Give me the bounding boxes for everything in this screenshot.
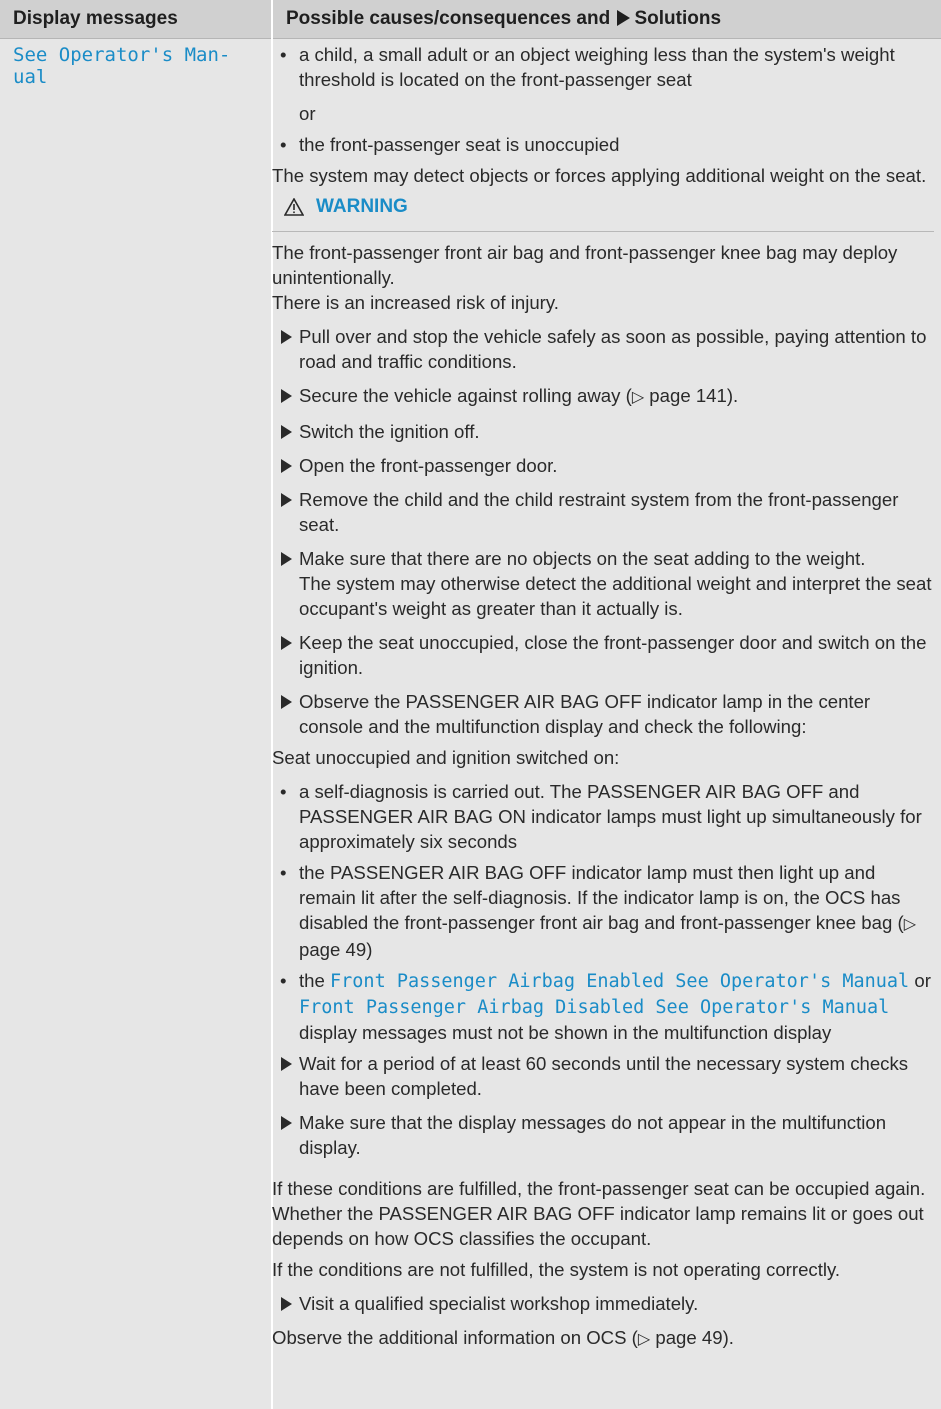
step-item: Switch the ignition off. — [272, 419, 934, 444]
paragraph: The system may detect objects or forces … — [272, 165, 927, 186]
paragraph: Observe the additional information on OC… — [272, 1327, 734, 1348]
page-ref-icon: ▷ — [903, 916, 916, 933]
step-item: Make sure that the display messages do n… — [272, 1110, 934, 1160]
causes-content: a child, a small adult or an object weig… — [272, 42, 934, 1352]
step-item: Keep the seat unoccupied, close the fron… — [272, 630, 934, 680]
step-item: Observe the PASSENGER AIR BAG OFF indica… — [272, 689, 934, 739]
header-causes-text: Possible causes/consequences and — [286, 8, 611, 29]
step-arrow-icon — [281, 636, 292, 650]
display-message: See Operator's Man- ual — [13, 44, 231, 88]
warning-heading: WARNING — [272, 192, 934, 222]
step-arrow-icon — [281, 389, 292, 403]
cause-bullet: the front-passenger seat is unoccupied — [272, 132, 934, 157]
paragraph: If these conditions are fulfilled, the f… — [272, 1178, 926, 1249]
step-arrow-icon — [281, 1057, 292, 1071]
step-arrow-icon — [281, 459, 292, 473]
step-item: Secure the vehicle against rolling away … — [272, 383, 934, 410]
check-bullet: a self-diagnosis is carried out. The PAS… — [272, 779, 934, 854]
step-arrow-icon — [281, 330, 292, 344]
display-message-ref: Front Passenger Airbag Enabled See Opera… — [330, 971, 910, 992]
step-item: Make sure that there are no objects on t… — [272, 546, 934, 571]
display-messages-column — [0, 39, 271, 1409]
step-item: Open the front-passenger door. — [272, 453, 934, 478]
step-arrow-icon — [281, 1116, 292, 1130]
paragraph: The front-passenger front air bag and fr… — [272, 242, 898, 288]
cause-bullet: a child, a small adult or an object weig… — [272, 42, 934, 92]
step-arrow-icon — [281, 425, 292, 439]
warning-title: WARNING — [316, 196, 408, 217]
table-header: Display messages Possible causes/consequ… — [0, 0, 941, 39]
page-ref-icon: ▷ — [631, 389, 645, 406]
step-arrow-icon — [281, 695, 292, 709]
step-arrow-icon — [281, 552, 292, 566]
step-arrow-icon — [281, 1297, 292, 1311]
header-solutions-text: Solutions — [634, 8, 722, 29]
warning-rule — [272, 231, 934, 232]
paragraph: If the conditions are not fulfilled, the… — [272, 1259, 841, 1280]
header-causes-solutions: Possible causes/consequences and Solutio… — [286, 0, 721, 38]
warning-triangle-icon — [283, 197, 305, 216]
display-message-ref: Front Passenger Airbag Disabled See Oper… — [299, 997, 890, 1018]
header-display-messages: Display messages — [13, 8, 178, 29]
check-bullet: the PASSENGER AIR BAG OFF indicator lamp… — [272, 860, 934, 962]
check-bullet: the Front Passenger Airbag Enabled See O… — [272, 968, 934, 1045]
paragraph: Seat unoccupied and ignition switched on… — [272, 747, 620, 768]
step-item: Remove the child and the child restraint… — [272, 487, 934, 537]
step-item: Pull over and stop the vehicle safely as… — [272, 324, 934, 374]
step-arrow-icon — [281, 493, 292, 507]
action-arrow-icon — [617, 10, 631, 26]
step-item: Visit a qualified specialist workshop im… — [272, 1291, 934, 1316]
paragraph: There is an increased risk of injury. — [272, 292, 559, 313]
step-note: The system may otherwise detect the addi… — [299, 573, 932, 619]
manual-page: Display messages Possible causes/consequ… — [0, 0, 941, 1409]
page-ref-icon: ▷ — [637, 1331, 651, 1348]
or-text: or — [299, 103, 316, 124]
step-item: Wait for a period of at least 60 seconds… — [272, 1051, 934, 1101]
